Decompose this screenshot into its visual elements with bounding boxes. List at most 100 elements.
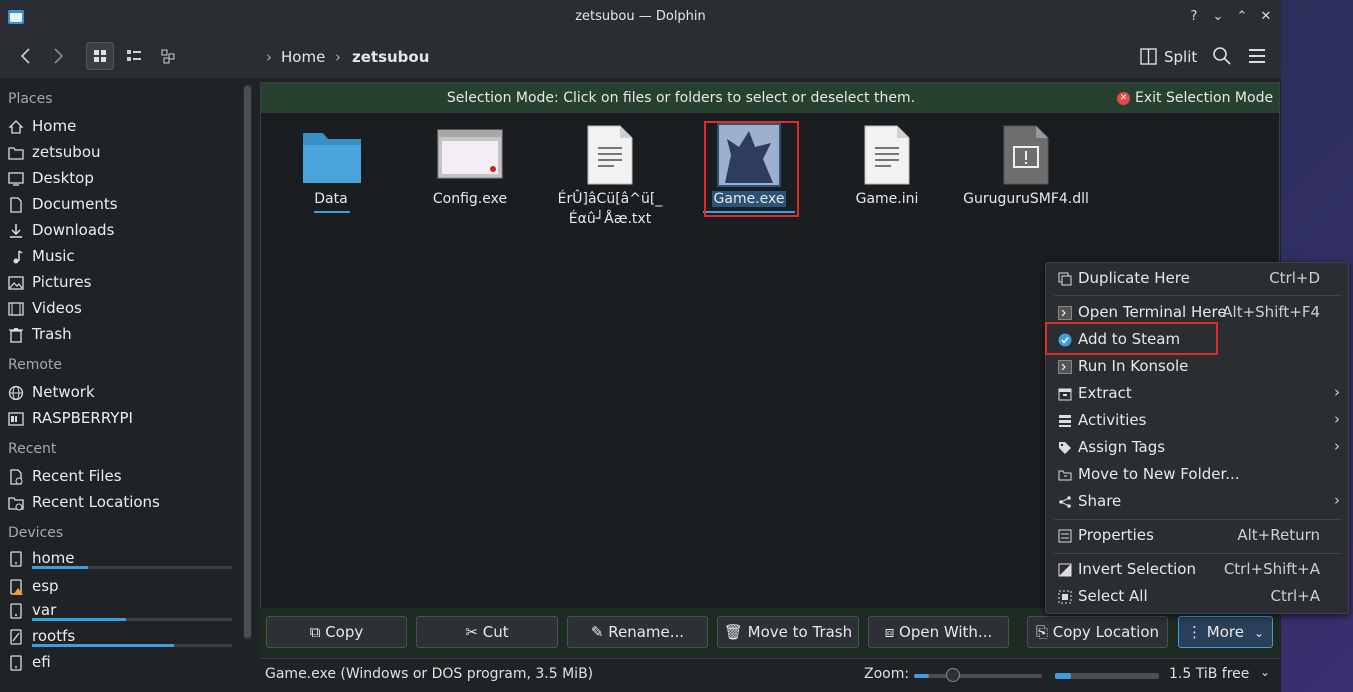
menu-item-shortcut: Ctrl+D bbox=[1269, 269, 1320, 287]
menu-item-duplicate[interactable]: Duplicate Here Ctrl+D bbox=[1046, 266, 1348, 292]
sidebar-item-device-esp[interactable]: esp bbox=[8, 576, 240, 598]
sidebar-item-recent-files[interactable]: Recent Files bbox=[8, 466, 240, 488]
breadcrumb-current[interactable]: zetsubou bbox=[352, 48, 429, 66]
icons-view-button[interactable] bbox=[86, 42, 114, 70]
chevron-down-icon[interactable]: ⌄ bbox=[1260, 665, 1270, 679]
maximize-button[interactable]: ⌃ bbox=[1233, 8, 1251, 26]
invert-selection-icon bbox=[1058, 563, 1072, 577]
zoom-slider[interactable] bbox=[914, 668, 1042, 682]
sidebar-scrollbar[interactable] bbox=[243, 84, 252, 640]
zoom-slider-handle[interactable] bbox=[946, 668, 961, 682]
scrollbar-thumb[interactable] bbox=[244, 86, 251, 638]
menu-item-share[interactable]: Share › bbox=[1046, 489, 1348, 515]
trash-icon: 🗑 bbox=[723, 623, 748, 641]
menu-item-label: Open Terminal Here bbox=[1078, 303, 1227, 321]
minimize-button[interactable]: ⌄ bbox=[1209, 8, 1227, 26]
rename-button[interactable]: ✎ Rename... bbox=[567, 616, 708, 648]
close-circle-icon: ✕ bbox=[1117, 92, 1130, 105]
more-button[interactable]: ⋮ More ⌄ bbox=[1178, 616, 1273, 648]
toolbar: › Home › zetsubou Split bbox=[0, 34, 1281, 78]
sidebar-item-label: Documents bbox=[32, 195, 118, 213]
details-view-button[interactable] bbox=[154, 42, 182, 70]
menu-item-assign-tags[interactable]: Assign Tags › bbox=[1046, 435, 1348, 461]
search-icon bbox=[1213, 47, 1231, 65]
menu-item-label: Extract bbox=[1078, 384, 1132, 402]
music-note-icon bbox=[13, 250, 23, 264]
sidebar-item-zetsubou[interactable]: zetsubou bbox=[8, 142, 240, 164]
compact-view-button[interactable] bbox=[120, 42, 148, 70]
selection-action-bar: ⧉ Copy ✂ Cut ✎ Rename... 🗑 Move to Trash… bbox=[260, 608, 1280, 658]
sidebar-item-label: esp bbox=[32, 577, 59, 595]
menu-item-invert-selection[interactable]: Invert Selection Ctrl+Shift+A bbox=[1046, 557, 1348, 583]
sidebar-item-label: var bbox=[32, 601, 57, 619]
sidebar-item-recent-locations[interactable]: Recent Locations bbox=[8, 492, 240, 514]
open-with-icon: ⧈ bbox=[884, 623, 900, 641]
device-usage-bar bbox=[32, 566, 232, 569]
remote-heading: Remote bbox=[8, 357, 63, 373]
menu-item-shortcut: Ctrl+Shift+A bbox=[1223, 560, 1320, 578]
sidebar-item-trash[interactable]: Trash bbox=[8, 324, 240, 346]
menu-item-move-to-new-folder[interactable]: Move to New Folder... bbox=[1046, 462, 1348, 488]
menu-item-select-all[interactable]: Select All Ctrl+A bbox=[1046, 584, 1348, 610]
download-icon bbox=[10, 224, 22, 238]
compact-view-icon bbox=[127, 50, 141, 61]
sidebar-item-pictures[interactable]: Pictures bbox=[8, 272, 240, 294]
split-label: Split bbox=[1164, 48, 1198, 66]
sidebar-item-documents[interactable]: Documents bbox=[8, 194, 240, 216]
open-with-button[interactable]: ⧈ Open With... bbox=[868, 616, 1009, 648]
menu-item-properties[interactable]: Properties Alt+Return bbox=[1046, 523, 1348, 549]
search-button[interactable] bbox=[1212, 46, 1232, 66]
sidebar-item-network[interactable]: Network bbox=[8, 382, 240, 404]
forward-button[interactable] bbox=[44, 42, 72, 70]
grid-view-icon bbox=[94, 50, 106, 62]
move-to-trash-button[interactable]: 🗑 Move to Trash bbox=[717, 616, 859, 648]
cut-button[interactable]: ✂ Cut bbox=[416, 616, 558, 648]
free-space-label[interactable]: 1.5 TiB free bbox=[1169, 666, 1249, 682]
file-label: Game.ini bbox=[855, 191, 919, 207]
server-icon bbox=[8, 412, 24, 426]
activities-icon bbox=[1059, 415, 1071, 427]
menu-item-activities[interactable]: Activities › bbox=[1046, 408, 1348, 434]
copy-button[interactable]: ⧉ Copy bbox=[266, 616, 407, 648]
sidebar-item-raspberrypi[interactable]: RASPBERRYPI bbox=[8, 408, 240, 430]
sidebar-item-videos[interactable]: Videos bbox=[8, 298, 240, 320]
sidebar-item-desktop[interactable]: Desktop bbox=[8, 168, 240, 190]
copy-location-button[interactable]: ⎘ Copy Location bbox=[1027, 616, 1168, 648]
sidebar-item-music[interactable]: Music bbox=[8, 246, 240, 268]
sidebar-item-label: Desktop bbox=[32, 169, 94, 187]
sidebar-item-label: Music bbox=[32, 247, 75, 265]
more-context-menu: Duplicate Here Ctrl+D Open Terminal Here… bbox=[1045, 262, 1349, 614]
sidebar-item-home[interactable]: Home bbox=[8, 116, 240, 138]
terminal-icon bbox=[1058, 360, 1072, 374]
rename-label: Rename... bbox=[608, 623, 685, 641]
menu-item-extract[interactable]: Extract › bbox=[1046, 381, 1348, 407]
hamburger-menu-button[interactable] bbox=[1247, 47, 1267, 65]
sidebar-item-label: RASPBERRYPI bbox=[32, 409, 133, 427]
drive-icon bbox=[10, 655, 22, 671]
menu-item-label: Properties bbox=[1078, 526, 1154, 544]
text-file-icon bbox=[587, 125, 633, 185]
sidebar-item-label: Home bbox=[32, 117, 77, 135]
split-button[interactable]: Split bbox=[1138, 42, 1200, 70]
sidebar-item-label: Pictures bbox=[32, 273, 92, 291]
desktop-icon bbox=[8, 172, 24, 186]
breadcrumb-separator-icon: › bbox=[266, 48, 272, 66]
forward-arrow-icon bbox=[54, 48, 64, 64]
exit-selection-mode-button[interactable]: Exit Selection Mode bbox=[1135, 90, 1273, 106]
chevron-right-icon: › bbox=[1334, 383, 1340, 401]
sidebar-item-downloads[interactable]: Downloads bbox=[8, 220, 240, 242]
menu-item-shortcut: Ctrl+A bbox=[1270, 587, 1320, 605]
window-exe-icon bbox=[437, 129, 503, 179]
breadcrumb-home[interactable]: Home bbox=[281, 48, 325, 66]
sidebar-item-device-efi[interactable]: efi bbox=[8, 652, 240, 674]
move-folder-icon bbox=[1058, 470, 1072, 481]
trash-icon bbox=[9, 328, 23, 343]
close-window-button[interactable]: ✕ bbox=[1257, 8, 1275, 26]
menu-item-label: Select All bbox=[1078, 587, 1148, 605]
menu-item-run-in-konsole[interactable]: Run In Konsole bbox=[1046, 354, 1348, 380]
drive-warning-icon bbox=[10, 579, 23, 595]
back-button[interactable] bbox=[12, 42, 40, 70]
help-button[interactable]: ? bbox=[1185, 8, 1203, 26]
menu-item-shortcut: Alt+Shift+F4 bbox=[1222, 303, 1320, 321]
places-panel: Places Home zetsubou Desktop Documents D… bbox=[0, 82, 256, 692]
